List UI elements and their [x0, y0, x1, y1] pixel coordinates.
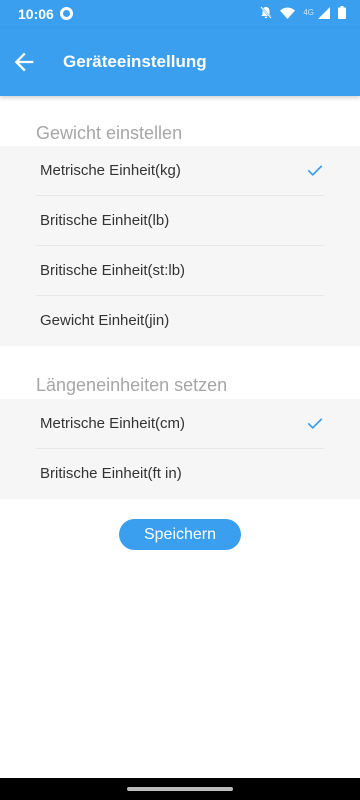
weight-option-st-lb[interactable]: Britische Einheit(st:lb) — [36, 246, 324, 296]
bell-off-icon — [260, 6, 273, 19]
home-gesture-handle[interactable] — [127, 787, 233, 791]
weight-option-kg[interactable]: Metrische Einheit(kg) — [36, 146, 324, 196]
weight-section-header: Gewicht einstellen — [36, 123, 183, 143]
signal-icon — [318, 6, 330, 19]
weight-options-group: Metrische Einheit(kg) Britische Einheit(… — [0, 146, 360, 346]
length-option-cm[interactable]: Metrische Einheit(cm) — [36, 399, 324, 449]
network-type-label: 4G — [303, 8, 314, 17]
check-icon — [307, 418, 323, 430]
wifi-icon — [280, 7, 296, 19]
arrow-back-icon[interactable] — [10, 48, 38, 76]
weight-option-lb[interactable]: Britische Einheit(lb) — [36, 196, 324, 246]
app-notification-icon — [60, 7, 73, 20]
battery-icon — [338, 6, 346, 19]
option-label: Metrische Einheit(kg) — [40, 162, 181, 179]
weight-option-jin[interactable]: Gewicht Einheit(jin) — [36, 296, 324, 346]
length-options-group: Metrische Einheit(cm) Britische Einheit(… — [0, 399, 360, 499]
check-icon — [307, 165, 323, 177]
option-label: Britische Einheit(lb) — [40, 212, 170, 229]
status-bar: 10:06 4G — [0, 0, 360, 28]
page-title: Geräteeinstellung — [63, 52, 207, 71]
length-section-header: Längeneinheiten setzen — [36, 375, 228, 395]
option-label: Britische Einheit(ft in) — [40, 465, 182, 482]
save-button[interactable]: Speichern — [119, 519, 241, 550]
option-label: Britische Einheit(st:lb) — [40, 262, 186, 279]
option-label: Metrische Einheit(cm) — [40, 415, 186, 432]
status-icons: 4G — [260, 6, 346, 19]
option-label: Gewicht Einheit(jin) — [40, 312, 170, 329]
system-nav-bar — [0, 778, 360, 800]
app-bar: Geräteeinstellung — [0, 28, 360, 96]
length-option-ft-in[interactable]: Britische Einheit(ft in) — [36, 449, 324, 499]
status-time: 10:06 — [18, 6, 54, 22]
